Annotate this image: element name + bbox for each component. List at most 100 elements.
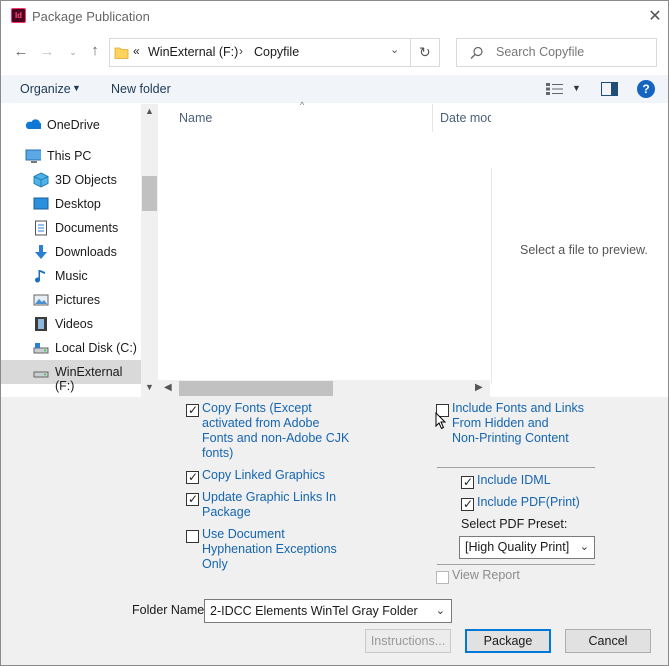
cube-icon (33, 172, 49, 188)
organize-button[interactable]: Organize (20, 82, 71, 96)
preview-message: Select a file to preview. (520, 243, 648, 257)
sidebar-item-label: This PC (47, 149, 92, 163)
use-hyphenation-checkbox[interactable] (186, 530, 199, 543)
copy-linked-graphics-checkbox[interactable] (186, 470, 199, 484)
preview-pane: Select a file to preview. (491, 104, 668, 397)
scroll-left-icon[interactable]: ◀ (164, 382, 172, 393)
sidebar-item-pictures[interactable]: Pictures (1, 288, 141, 312)
sidebar-item-label: Local Disk (C:) (55, 341, 137, 355)
copy-fonts-label[interactable]: Copy Fonts (Except activated from Adobe … (202, 401, 349, 461)
recent-locations-chevron-icon[interactable]: ⌄ (65, 44, 81, 60)
organize-dropdown-icon[interactable]: ▼ (72, 83, 81, 93)
sidebar-item-onedrive[interactable]: OneDrive (1, 113, 141, 137)
scroll-thumb[interactable] (142, 176, 157, 211)
view-options-icon[interactable] (546, 83, 564, 95)
update-graphic-links-checkbox[interactable] (186, 492, 199, 506)
file-list-area[interactable] (158, 104, 490, 380)
help-icon[interactable]: ? (637, 80, 655, 98)
sidebar-item-3d-objects[interactable]: 3D Objects (1, 168, 141, 192)
sidebar-item-winexternal[interactable]: WinExternal (F:) (1, 360, 141, 393)
package-button[interactable]: Package (465, 629, 551, 653)
folder-name-input[interactable]: 2-IDCC Elements WinTel Gray Folder (210, 604, 418, 618)
preview-divider (491, 168, 492, 384)
folder-name-combobox[interactable]: 2-IDCC Elements WinTel Gray Folder ⌄ (204, 599, 452, 623)
download-arrow-icon (35, 245, 47, 259)
options-divider-lower (437, 564, 595, 565)
pictures-icon (33, 294, 49, 306)
sidebar-item-label: Music (55, 269, 88, 283)
breadcrumb-winexternal[interactable]: WinExternal (F:) (148, 45, 238, 59)
refresh-icon[interactable]: ↻ (419, 44, 431, 61)
cancel-button[interactable]: Cancel (565, 629, 651, 653)
address-divider (410, 39, 411, 66)
horizontal-scroll-thumb[interactable] (179, 381, 333, 396)
title-bar: Id Package Publication ✕ (1, 1, 668, 33)
chevron-down-icon[interactable]: ⌄ (436, 600, 445, 622)
include-idml-checkbox[interactable] (461, 475, 474, 489)
scroll-up-icon[interactable]: ▲ (145, 106, 154, 116)
close-button[interactable]: ✕ (645, 7, 665, 27)
new-folder-button[interactable]: New folder (111, 82, 171, 96)
indesign-app-icon: Id (11, 8, 26, 23)
film-strip-icon (35, 317, 47, 331)
file-list-horizontal-scrollbar[interactable]: ◀ ▶ (158, 380, 490, 397)
options-divider (437, 467, 595, 468)
copy-fonts-checkbox[interactable] (186, 403, 199, 417)
sidebar-item-label: 3D Objects (55, 173, 117, 187)
sidebar-item-documents[interactable]: Documents (1, 216, 141, 240)
address-overflow-chevron[interactable]: « (133, 44, 140, 58)
sidebar-item-desktop[interactable]: Desktop (1, 192, 141, 216)
mouse-cursor-icon (435, 412, 447, 430)
view-dropdown-icon[interactable]: ▼ (572, 83, 581, 93)
search-box[interactable]: Search Copyfile (456, 38, 657, 67)
use-hyphenation-label[interactable]: Use Document Hyphenation Exceptions Only (202, 527, 337, 572)
update-graphic-links-label[interactable]: Update Graphic Links In Package (202, 490, 336, 520)
preview-pane-icon[interactable] (601, 82, 618, 96)
sidebar-item-videos[interactable]: Videos (1, 312, 141, 336)
include-pdf-checkbox[interactable] (461, 497, 474, 511)
address-bar[interactable]: « WinExternal (F:) › Copyfile ⌄ ↻ (109, 38, 440, 67)
chevron-down-icon: ⌄ (579, 541, 589, 553)
search-input[interactable]: Search Copyfile (496, 45, 584, 59)
up-arrow-icon[interactable]: ↑ (87, 43, 103, 59)
include-pdf-label[interactable]: Include PDF(Print) (477, 495, 580, 510)
package-publication-dialog: Id Package Publication ✕ ← → ⌄ ↑ « WinEx… (0, 0, 669, 666)
include-idml-label[interactable]: Include IDML (477, 473, 551, 488)
desktop-icon (33, 197, 49, 210)
sidebar-item-label: OneDrive (47, 118, 100, 132)
breadcrumb-copyfile[interactable]: Copyfile (254, 45, 299, 59)
sidebar-item-label: WinExternal (F:) (55, 365, 123, 393)
sidebar-item-label: Pictures (55, 293, 101, 307)
sidebar-item-music[interactable]: Music (1, 264, 141, 288)
sidebar-item-downloads[interactable]: Downloads (1, 240, 141, 264)
scroll-right-icon[interactable]: ▶ (475, 382, 483, 393)
navigation-pane: OneDrive This PC 3D Objects Desktop Docu… (1, 104, 157, 397)
instructions-button[interactable]: Instructions... (365, 629, 451, 653)
sidebar-item-this-pc[interactable]: This PC (1, 144, 141, 168)
view-report-label[interactable]: View Report (452, 568, 520, 583)
include-hidden-content-label[interactable]: Include Fonts and Links From Hidden and … (452, 401, 584, 446)
onedrive-cloud-icon (25, 119, 41, 129)
window-title: Package Publication (32, 9, 150, 24)
back-arrow-icon[interactable]: ← (13, 44, 29, 60)
breadcrumb-separator: › (239, 44, 243, 58)
documents-icon (35, 220, 47, 236)
view-report-checkbox[interactable] (436, 571, 449, 584)
forward-arrow-icon[interactable]: → (39, 44, 55, 60)
sidebar-scrollbar[interactable]: ▲ ▼ (141, 104, 158, 397)
computer-icon (25, 149, 41, 163)
copy-linked-graphics-label[interactable]: Copy Linked Graphics (202, 468, 325, 483)
folder-name-label: Folder Name (132, 603, 205, 617)
search-icon (470, 46, 483, 59)
toolbar: Organize ▼ New folder ▼ ? (1, 75, 668, 103)
address-dropdown-chevron-icon[interactable]: ⌄ (390, 43, 399, 56)
hard-drive-icon (33, 343, 49, 354)
sidebar-item-label: Desktop (55, 197, 101, 211)
sidebar-item-local-disk[interactable]: Local Disk (C:) (1, 336, 141, 360)
scroll-down-icon[interactable]: ▼ (145, 382, 154, 392)
pdf-preset-label: Select PDF Preset: (461, 517, 568, 531)
pdf-preset-select[interactable]: [High Quality Print] ⌄ (459, 536, 595, 559)
sidebar-item-label: Videos (55, 317, 93, 331)
pdf-preset-value: [High Quality Print] (465, 540, 570, 554)
folder-icon (114, 47, 129, 59)
